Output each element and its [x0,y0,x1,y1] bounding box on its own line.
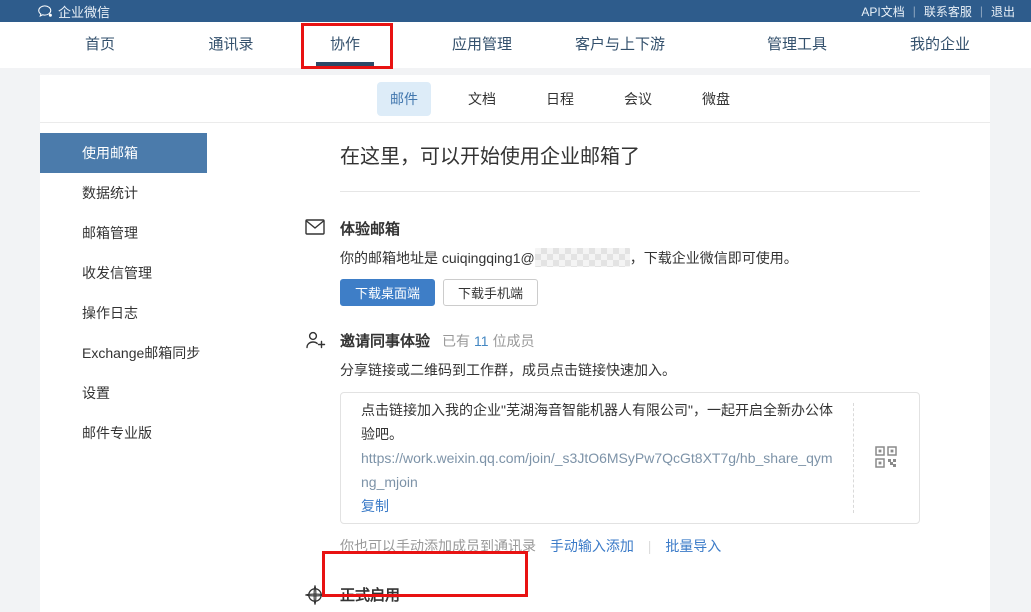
topbar-separator: | [979,4,983,18]
mail-sidebar: 使用邮箱 数据统计 邮箱管理 收发信管理 操作日志 Exchange邮箱同步 设… [40,123,207,611]
envelope-icon [305,219,325,238]
qr-code-area[interactable] [853,393,919,523]
logout-link[interactable]: 退出 [991,3,1015,20]
trial-section-title: 体验邮箱 [340,221,401,238]
email-redaction-blur [534,248,630,267]
wecom-logo: 企业微信 [38,2,110,21]
sidebar-item-statistics[interactable]: 数据统计 [40,173,207,213]
download-mobile-button[interactable]: 下载手机端 [443,279,539,306]
nav-tab-customers[interactable]: 客户与上下游 [575,22,665,68]
trial-mailbox-section: 体验邮箱 你的邮箱地址是 cuiqingqing1@ ，下载企业微信即可使用。 下… [305,218,920,306]
chat-bubble-icon [38,4,53,18]
manual-links-separator: | [647,538,652,554]
sidebar-item-mail-pro[interactable]: 邮件专业版 [40,413,207,453]
divider [340,191,920,192]
page-title: 在这里，可以开始使用企业邮箱了 [340,146,640,168]
email-address-prefix: 你的邮箱地址是 cuiqingqing1@ [340,250,535,266]
share-link-card: 点击链接加入我的企业"芜湖海音智能机器人有限公司"，一起开启全新办公体验吧。 h… [340,392,920,524]
activation-title-row: 正式启用 [340,584,920,605]
subtab-mail[interactable]: 邮件 [377,81,431,116]
invite-section: 邀请同事体验 已有 11 位成员 分享链接或二维码到工作群，成员点击链接快速加入。 … [306,330,920,556]
sidebar-item-settings[interactable]: 设置 [40,373,207,413]
topbar-links: API文档 | 联系客服 | 退出 [861,3,1015,20]
add-person-icon [305,331,326,352]
email-desc-suffix: ，下载企业微信即可使用。 [629,250,798,266]
share-invite-text: 点击链接加入我的企业"芜湖海音智能机器人有限公司"，一起开启全新办公体验吧。 [361,402,833,442]
sidebar-item-mailbox-mgmt[interactable]: 邮箱管理 [40,213,207,253]
nav-tab-home[interactable]: 首页 [85,22,115,68]
trial-mailbox-desc: 你的邮箱地址是 cuiqingqing1@ ，下载企业微信即可使用。 [340,248,920,268]
member-count-text: 已有 11 位成员 [442,331,535,351]
nav-tab-contacts[interactable]: 通讯录 [208,22,253,68]
invite-title-row: 邀请同事体验 已有 11 位成员 [340,330,920,351]
panel-body: 使用邮箱 数据统计 邮箱管理 收发信管理 操作日志 Exchange邮箱同步 设… [40,123,990,611]
manual-input-add-link[interactable]: 手动输入添加 [550,538,634,554]
invite-desc: 分享链接或二维码到工作群，成员点击链接快速加入。 [340,362,676,378]
activation-section: 正式启用 请配置你的企业要使用的邮箱，以完成正式启用。 当前域名: 配置 [304,584,920,612]
member-count-prefix: 已有 [442,333,471,349]
subtab-drive[interactable]: 微盘 [689,82,743,116]
nav-tab-apps[interactable]: 应用管理 [452,22,512,68]
api-docs-link[interactable]: API文档 [861,3,904,20]
topbar: 企业微信 API文档 | 联系客服 | 退出 [0,0,1031,22]
invite-section-title: 邀请同事体验 [340,333,431,350]
sidebar-item-exchange-sync[interactable]: Exchange邮箱同步 [40,333,207,373]
member-count-number: 11 [474,333,489,349]
member-count-suffix: 位成员 [492,333,535,349]
sidebar-item-operation-log[interactable]: 操作日志 [40,293,207,333]
topbar-separator: | [912,4,916,18]
main-nav: 首页 通讯录 协作 应用管理 客户与上下游 管理工具 我的企业 [0,22,1031,68]
nav-tab-my-company[interactable]: 我的企业 [910,22,970,68]
download-desktop-button[interactable]: 下载桌面端 [340,279,436,306]
collaboration-subtabs: 邮件 文档 日程 会议 微盘 [40,75,990,123]
nav-tab-tools[interactable]: 管理工具 [767,22,827,68]
download-buttons: 下载桌面端 下载手机端 [340,279,920,306]
activation-section-title: 正式启用 [340,587,401,604]
copy-link-button[interactable]: 复制 [361,498,389,514]
contact-support-link[interactable]: 联系客服 [924,3,972,20]
content-panel: 邮件 文档 日程 会议 微盘 使用邮箱 数据统计 邮箱管理 收发信管理 操作日志… [40,75,990,612]
main-content: 在这里，可以开始使用企业邮箱了 体验邮箱 你的邮箱地址是 cuiqingqing… [207,123,993,611]
share-link-content: 点击链接加入我的企业"芜湖海音智能机器人有限公司"，一起开启全新办公体验吧。 h… [341,393,853,523]
launch-compass-icon [304,584,326,608]
trial-title-row: 体验邮箱 [340,218,920,239]
sidebar-item-use-mailbox[interactable]: 使用邮箱 [40,133,207,173]
logo-text: 企业微信 [58,4,111,20]
subtab-calendar[interactable]: 日程 [533,82,587,116]
manual-add-hint: 你也可以手动添加成员到通讯录 [340,538,536,554]
subtab-meeting[interactable]: 会议 [611,82,665,116]
share-invite-url: https://work.weixin.qq.com/join/_s3JtO6M… [361,450,833,490]
nav-tab-collaboration[interactable]: 协作 [330,22,360,68]
qr-code-icon [875,445,897,471]
subtab-docs[interactable]: 文档 [455,82,509,116]
batch-import-link[interactable]: 批量导入 [665,538,721,554]
manual-add-row: 你也可以手动添加成员到通讯录 手动输入添加 | 批量导入 [340,536,920,556]
sidebar-item-send-receive-mgmt[interactable]: 收发信管理 [40,253,207,293]
